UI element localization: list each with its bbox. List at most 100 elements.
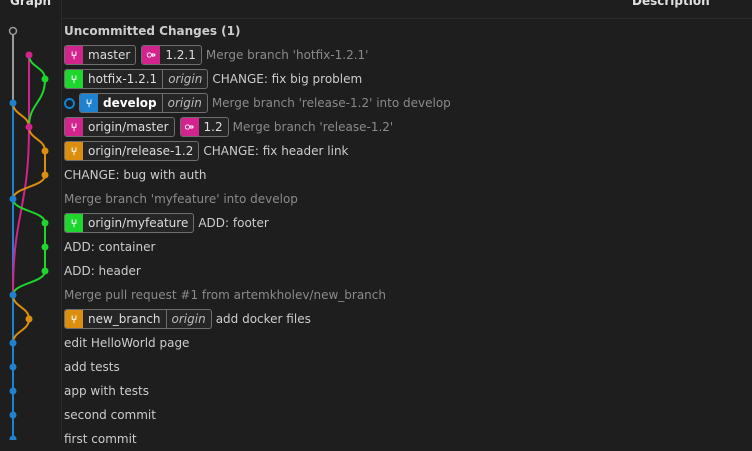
- uncommitted-dot[interactable]: [8, 26, 18, 36]
- ref-name: hotfix-1.2.1: [88, 72, 158, 86]
- ref-name: origin/master: [88, 120, 169, 134]
- commit-row[interactable]: ⑂ master ⚩ 1.2.1 Merge branch 'hotfix-1.2.1': [64, 43, 752, 67]
- commit-dot[interactable]: [9, 411, 17, 419]
- commit-graph: [8, 26, 49, 441]
- tag-icon: ⚩: [142, 46, 161, 64]
- commit-message: Merge branch 'hotfix-1.2.1': [205, 48, 369, 62]
- commit-row[interactable]: ⑂ new_branch origin add docker files: [64, 307, 752, 331]
- commit-message: ADD: footer: [198, 216, 269, 230]
- commit-message: edit HelloWorld page: [64, 336, 190, 350]
- myfeature-base-edge: [12, 270, 46, 296]
- branch-icon: ⑂: [65, 46, 83, 64]
- commit-message: Uncommitted Changes (1): [64, 24, 241, 38]
- commit-message: CHANGE: fix big problem: [212, 72, 363, 86]
- commit-row[interactable]: ⑂ origin/release-1.2 CHANGE: fix header li…: [64, 139, 752, 163]
- commit-dot[interactable]: [41, 171, 49, 179]
- commit-dot[interactable]: [9, 435, 17, 441]
- commit-message: CHANGE: fix header link: [203, 144, 349, 158]
- new-branch-base-edge: [12, 318, 30, 344]
- tag-icon: ⚩: [180, 118, 199, 136]
- branch-icon: ⑂: [80, 94, 98, 112]
- commit-message: app with tests: [64, 384, 149, 398]
- commit-message: ADD: container: [64, 240, 156, 254]
- commit-row[interactable]: first commit: [64, 427, 752, 451]
- branch-icon: ⑂: [65, 214, 83, 232]
- commit-row[interactable]: CHANGE: bug with auth: [64, 163, 752, 187]
- commit-row[interactable]: Merge branch 'myfeature' into develop: [64, 187, 752, 211]
- commit-message: Merge branch 'myfeature' into develop: [64, 192, 298, 206]
- commit-list: Uncommitted Changes (1) ⑂ master ⚩ 1.2.1 Merg…: [64, 19, 752, 451]
- commit-row[interactable]: ⑂ hotfix-1.2.1 origin CHANGE: fix big probl…: [64, 67, 752, 91]
- tag-label[interactable]: ⚩ 1.2.1: [141, 45, 202, 65]
- commit-row[interactable]: second commit: [64, 403, 752, 427]
- tag-label[interactable]: ⚩ 1.2: [179, 117, 229, 137]
- ref-labels: ⑂ new_branch origin: [64, 309, 212, 329]
- commit-dot[interactable]: [25, 315, 33, 323]
- ref-name: new_branch: [88, 312, 161, 326]
- ref-labels: ⑂ origin/release-1.2: [64, 141, 200, 161]
- commit-row[interactable]: ⑂ develop origin Merge branch 'release-1.2'…: [64, 91, 752, 115]
- commit-message: add docker files: [215, 312, 311, 326]
- commit-message: ADD: header: [64, 264, 141, 278]
- commit-dot[interactable]: [9, 99, 17, 107]
- commit-message: Merge branch 'release-1.2': [232, 120, 394, 134]
- commit-message: Merge branch 'release-1.2' into develop: [211, 96, 451, 110]
- commit-row[interactable]: ADD: header: [64, 259, 752, 283]
- ref-name: develop: [103, 96, 157, 110]
- ref-labels: ⑂ hotfix-1.2.1 origin: [64, 69, 209, 89]
- commit-message: Merge pull request #1 from artemkholev/n…: [64, 288, 386, 302]
- commit-row[interactable]: Merge pull request #1 from artemkholev/n…: [64, 283, 752, 307]
- commit-message: add tests: [64, 360, 120, 374]
- ref-name: origin/release-1.2: [88, 144, 194, 158]
- ref-labels: ⑂ origin/myfeature: [64, 213, 195, 233]
- branch-label[interactable]: ⑂ new_branch origin: [64, 309, 212, 329]
- commit-dot[interactable]: [41, 219, 49, 227]
- commit-row[interactable]: Uncommitted Changes (1): [64, 19, 752, 43]
- ref-name: 1.2: [203, 120, 223, 134]
- new-branch-edge: [12, 294, 30, 320]
- commit-dot[interactable]: [25, 123, 33, 131]
- commit-row[interactable]: ⑂ origin/master ⚩ 1.2 Merge branch 'release-…: [64, 115, 752, 139]
- commit-dot[interactable]: [9, 291, 17, 299]
- remote-name[interactable]: origin: [162, 70, 207, 88]
- commit-dot[interactable]: [9, 339, 17, 347]
- commit-dot[interactable]: [41, 267, 49, 275]
- head-indicator-icon: [64, 97, 75, 109]
- myfeature-edge: [12, 198, 46, 224]
- branch-label[interactable]: ⑂ origin/release-1.2: [64, 141, 200, 161]
- remote-name[interactable]: origin: [161, 94, 207, 112]
- branch-icon: ⑂: [65, 70, 83, 88]
- commit-dot[interactable]: [9, 387, 17, 395]
- branch-label[interactable]: ⑂ hotfix-1.2.1 origin: [64, 69, 209, 89]
- commit-row[interactable]: edit HelloWorld page: [64, 331, 752, 355]
- hotfix-base-edge: [28, 78, 46, 128]
- commit-row[interactable]: app with tests: [64, 379, 752, 403]
- commit-dot[interactable]: [41, 243, 49, 251]
- branch-label[interactable]: ⑂ develop origin: [79, 93, 208, 113]
- branch-label[interactable]: ⑂ origin/master: [64, 117, 175, 137]
- hotfix-edge: [28, 54, 46, 80]
- branch-label[interactable]: ⑂ master: [64, 45, 137, 65]
- commit-dot[interactable]: [41, 147, 49, 155]
- release-base-edge: [12, 174, 46, 200]
- description-column-header[interactable]: Description: [632, 0, 710, 8]
- commit-dot[interactable]: [25, 51, 33, 59]
- ref-labels: ⑂ develop origin: [79, 93, 208, 113]
- commit-row[interactable]: add tests: [64, 355, 752, 379]
- branch-icon: ⑂: [65, 142, 83, 160]
- release-develop-edge: [12, 102, 30, 128]
- commit-dot[interactable]: [9, 363, 17, 371]
- commit-row[interactable]: ADD: container: [64, 235, 752, 259]
- commit-message: second commit: [64, 408, 156, 422]
- branch-icon: ⑂: [65, 310, 83, 328]
- ref-name: origin/myfeature: [88, 216, 189, 230]
- commit-dot[interactable]: [9, 195, 17, 203]
- branch-label[interactable]: ⑂ origin/myfeature: [64, 213, 195, 233]
- ref-name: 1.2.1: [165, 48, 196, 62]
- remote-name[interactable]: origin: [165, 310, 211, 328]
- commit-row[interactable]: ⑂ origin/myfeature ADD: footer: [64, 211, 752, 235]
- commit-dot[interactable]: [41, 75, 49, 83]
- ref-labels: ⑂ master ⚩ 1.2.1: [64, 45, 202, 65]
- release-merge-edge: [28, 126, 46, 152]
- commit-message: first commit: [64, 432, 137, 446]
